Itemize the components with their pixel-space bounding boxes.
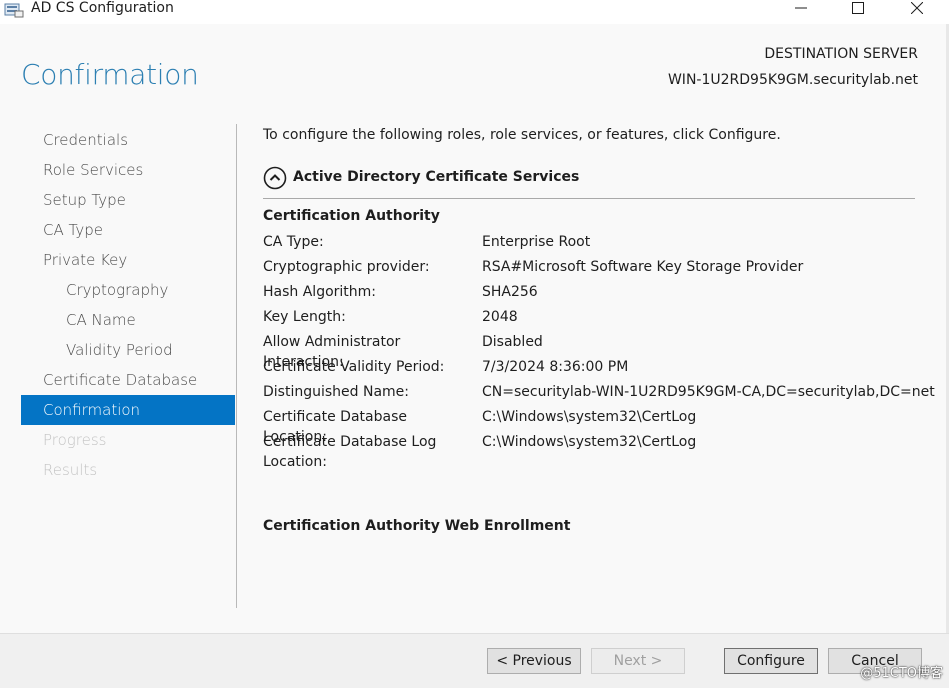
- intro-text: To configure the following roles, role s…: [263, 127, 781, 143]
- detail-row: Key Length: 2048: [263, 307, 923, 332]
- detail-value: 2048: [482, 309, 518, 325]
- detail-value: C:\Windows\system32\CertLog: [482, 434, 697, 450]
- detail-value: 7/3/2024 8:36:00 PM: [482, 359, 629, 375]
- nav-item-credentials[interactable]: Credentials: [21, 125, 235, 155]
- confirmation-panel: To configure the following roles, role s…: [263, 124, 935, 534]
- chevron-up-circle-icon[interactable]: [263, 166, 287, 190]
- title-bar: AD CS Configuration: [0, 0, 949, 24]
- wizard-content: Confirmation DESTINATION SERVER WIN-1U2R…: [0, 24, 949, 633]
- detail-label: Cryptographic provider:: [263, 259, 430, 275]
- detail-label: Hash Algorithm:: [263, 284, 377, 300]
- detail-row: Certificate Database Log Location: C:\Wi…: [263, 432, 923, 478]
- detail-row: Distinguished Name: CN=securitylab-WIN-1…: [263, 382, 935, 407]
- detail-value: CN=securitylab-WIN-1U2RD95K9GM-CA,DC=sec…: [482, 384, 935, 400]
- next-button[interactable]: Next >: [591, 648, 685, 674]
- detail-label: Key Length:: [263, 309, 346, 325]
- detail-value: Disabled: [482, 334, 543, 350]
- nav-divider: [236, 124, 237, 608]
- watermark: @51CTO博客: [860, 666, 943, 681]
- group-title-web-enrollment: Certification Authority Web Enrollment: [263, 518, 571, 534]
- window-title: AD CS Configuration: [31, 0, 174, 16]
- detail-value: C:\Windows\system32\CertLog: [482, 409, 697, 425]
- destination-server-label: DESTINATION SERVER: [764, 46, 918, 62]
- nav-item-results: Results: [43, 461, 98, 479]
- nav-item-role-services[interactable]: Role Services: [21, 155, 235, 185]
- ad-cs-configuration-window: AD CS Configuration Confirmation DESTINA…: [0, 0, 949, 688]
- nav-item-confirmation[interactable]: Confirmation: [21, 395, 235, 425]
- nav-item-private-key[interactable]: Private Key: [21, 245, 235, 275]
- configure-button[interactable]: Configure: [724, 648, 818, 674]
- detail-label: Certificate Validity Period:: [263, 359, 445, 375]
- detail-value: Enterprise Root: [482, 234, 591, 250]
- detail-row: Certificate Validity Period: 7/3/2024 8:…: [263, 357, 923, 382]
- nav-item-setup-type[interactable]: Setup Type: [21, 185, 235, 215]
- detail-value: RSA#Microsoft Software Key Storage Provi…: [482, 259, 804, 275]
- close-icon[interactable]: [897, 0, 937, 16]
- nav-item-certificate-database[interactable]: Certificate Database: [21, 365, 235, 395]
- minimize-icon[interactable]: [781, 0, 821, 16]
- page-title: Confirmation: [21, 58, 199, 91]
- detail-row: Cryptographic provider: RSA#Microsoft So…: [263, 257, 923, 282]
- section-title: Active Directory Certificate Services: [293, 169, 580, 185]
- wizard-footer: < Previous Next > Configure Cancel @51CT…: [0, 633, 949, 688]
- wizard-nav: Credentials Role Services Setup Type CA …: [21, 125, 235, 485]
- detail-label: Certificate Database Log Location:: [263, 434, 437, 470]
- nav-item-ca-name[interactable]: CA Name: [21, 305, 235, 335]
- section-header-adcs[interactable]: Active Directory Certificate Services: [263, 164, 915, 199]
- nav-item-cryptography[interactable]: Cryptography: [21, 275, 235, 305]
- detail-value: SHA256: [482, 284, 538, 300]
- detail-row: CA Type: Enterprise Root: [263, 232, 923, 257]
- server-manager-icon: [4, 2, 24, 18]
- detail-row: Allow Administrator Interaction: Disable…: [263, 332, 923, 370]
- nav-item-validity-period[interactable]: Validity Period: [21, 335, 235, 365]
- details-list: CA Type: Enterprise Root Cryptographic p…: [263, 232, 935, 478]
- detail-label: CA Type:: [263, 234, 324, 250]
- detail-row: Hash Algorithm: SHA256: [263, 282, 923, 307]
- nav-item-progress: Progress: [43, 431, 107, 449]
- destination-server-name: WIN-1U2RD95K9GM.securitylab.net: [667, 72, 918, 88]
- detail-row: Certificate Database Location: C:\Window…: [263, 407, 923, 445]
- nav-item-ca-type[interactable]: CA Type: [21, 215, 235, 245]
- detail-label: Distinguished Name:: [263, 384, 410, 400]
- maximize-icon[interactable]: [838, 0, 878, 16]
- group-title-certification-authority: Certification Authority: [263, 208, 440, 224]
- previous-button[interactable]: < Previous: [487, 648, 581, 674]
